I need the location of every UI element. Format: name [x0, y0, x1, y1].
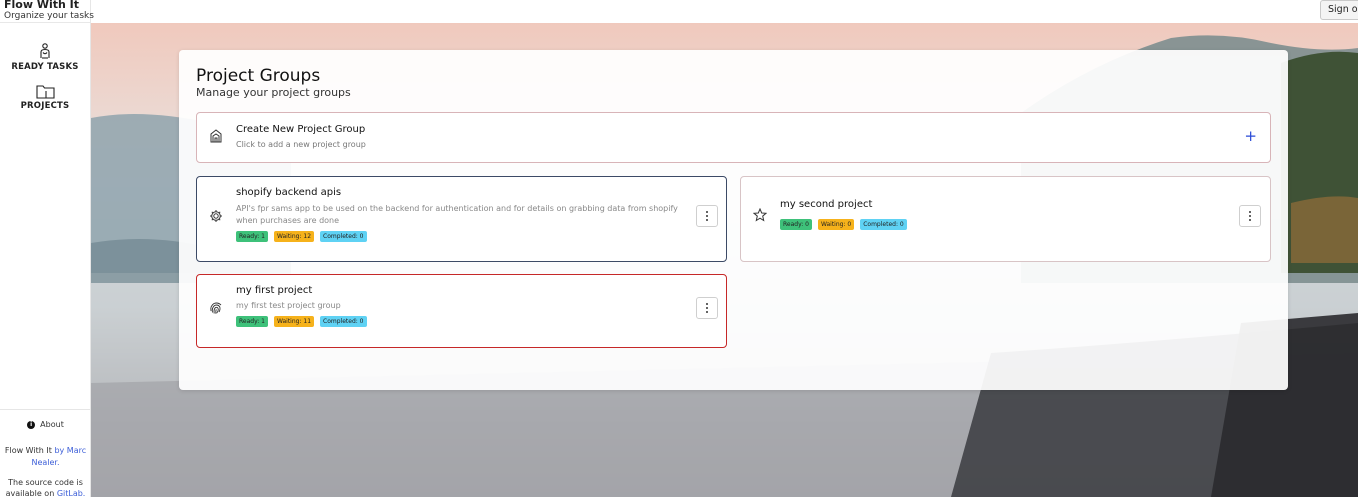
dot — [705, 214, 709, 218]
dot — [705, 306, 709, 310]
project-title: my second project — [780, 199, 873, 210]
project-menu-button[interactable] — [1239, 205, 1261, 227]
page-subtitle: Manage your project groups — [196, 86, 351, 99]
waiting-badge: Waiting: 12 — [273, 231, 315, 242]
gitlab-link[interactable]: GitLab. — [57, 489, 86, 497]
create-title: Create New Project Group — [236, 124, 366, 135]
sidebar: Flow With It Organize your tasks READY T… — [0, 0, 94, 497]
project-card-my-first-project[interactable]: my first project my first test project g… — [196, 274, 727, 348]
project-description: my first test project group — [236, 301, 341, 310]
plus-icon[interactable]: + — [1244, 127, 1257, 145]
nav-projects-label: PROJECTS — [20, 101, 70, 111]
folder-icon — [35, 85, 55, 99]
ready-badge: Ready: 1 — [236, 316, 268, 327]
star-icon — [753, 208, 767, 222]
credit-app: Flow With It — [4, 446, 52, 455]
nav-projects[interactable]: PROJECTS — [0, 84, 90, 111]
dot — [1248, 210, 1252, 214]
waiting-badge: Waiting: 11 — [273, 316, 315, 327]
source-text: The source code is available on GitLab. — [0, 477, 91, 497]
create-project-group-card[interactable]: Create New Project Group Click to add a … — [196, 112, 1271, 163]
completed-badge: Completed: 0 — [320, 316, 367, 327]
gear-icon — [210, 210, 222, 222]
project-groups-panel: Project Groups Manage your project group… — [179, 50, 1288, 390]
about-label: About — [40, 420, 64, 429]
dot — [1248, 214, 1252, 218]
sign-out-button[interactable]: Sign out — [1320, 0, 1358, 20]
credit-text: Flow With It by Marc Nealer. — [0, 445, 91, 469]
ready-badge: Ready: 1 — [236, 231, 268, 242]
dot — [705, 310, 709, 314]
nav-ready-tasks[interactable]: READY TASKS — [0, 43, 90, 72]
project-menu-button[interactable] — [696, 297, 718, 319]
project-stats: Ready: 0 Waiting: 0 Completed: 0 — [780, 219, 907, 230]
fingerprint-icon — [210, 302, 222, 314]
sidebar-footer: i About Flow With It by Marc Nealer. The… — [0, 409, 91, 497]
app-title: Flow With It — [4, 0, 80, 11]
ready-badge: Ready: 0 — [780, 219, 812, 230]
brand[interactable]: Flow With It Organize your tasks — [0, 0, 94, 23]
dot — [705, 218, 709, 222]
create-subtitle: Click to add a new project group — [236, 140, 366, 149]
about-link[interactable]: i About — [0, 420, 91, 429]
waiting-badge: Waiting: 0 — [817, 219, 855, 230]
dot — [705, 210, 709, 214]
project-stats: Ready: 1 Waiting: 11 Completed: 0 — [236, 316, 367, 327]
app-subtitle: Organize your tasks — [4, 11, 94, 21]
page-title: Project Groups — [196, 66, 321, 86]
project-card-my-second-project[interactable]: my second project Ready: 0 Waiting: 0 Co… — [740, 176, 1271, 262]
building-icon — [210, 129, 222, 143]
project-title: shopify backend apis — [236, 187, 342, 198]
dot — [1248, 218, 1252, 222]
credit-by: by — [54, 446, 65, 455]
nav-ready-tasks-label: READY TASKS — [11, 62, 79, 72]
person-raising-hand-icon — [40, 43, 50, 59]
completed-badge: Completed: 0 — [860, 219, 907, 230]
dot — [705, 302, 709, 306]
project-menu-button[interactable] — [696, 205, 718, 227]
project-description: API's fpr sams app to be used on the bac… — [236, 204, 678, 225]
project-card-shopify-backend-apis[interactable]: shopify backend apis API's fpr sams app … — [196, 176, 727, 262]
info-icon: i — [27, 420, 36, 429]
project-stats: Ready: 1 Waiting: 12 Completed: 0 — [236, 231, 367, 242]
completed-badge: Completed: 0 — [320, 231, 367, 242]
project-title: my first project — [236, 285, 313, 296]
top-bar: Sign out — [91, 0, 1358, 23]
